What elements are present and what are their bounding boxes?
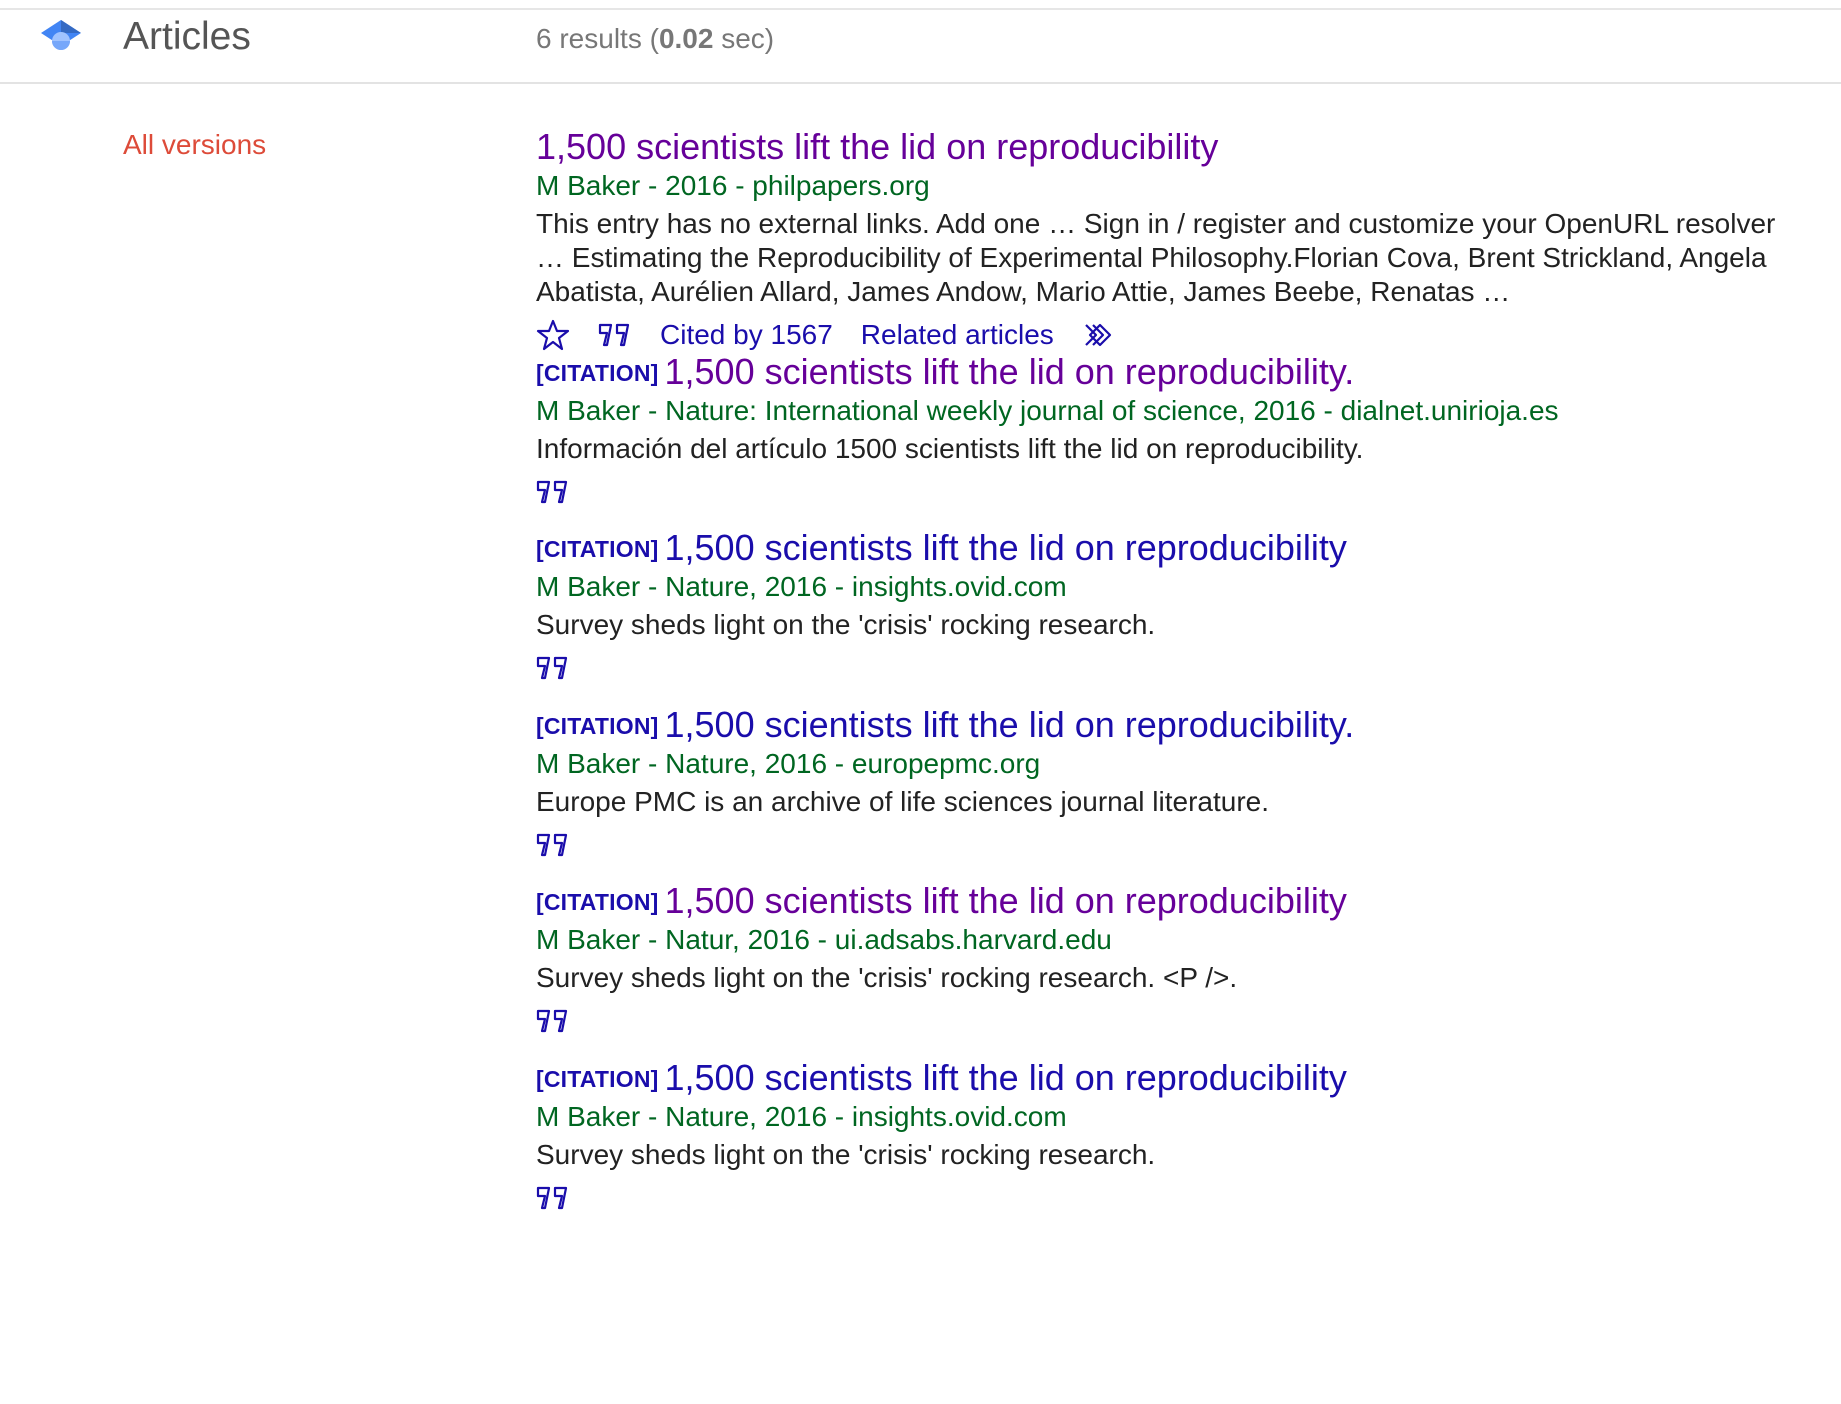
result-title: [CITATION] 1,500 scientists lift the lid … xyxy=(536,1056,1806,1099)
citation-tag: [CITATION] xyxy=(536,1066,659,1092)
citation-tag: [CITATION] xyxy=(536,889,659,915)
quote-icon[interactable] xyxy=(536,655,570,681)
quote-icon[interactable] xyxy=(536,1008,570,1034)
result-snippet: Survey sheds light on the 'crisis' rocki… xyxy=(536,961,1238,993)
result-item: [CITATION] 1,500 scientists lift the lid … xyxy=(536,703,1806,879)
result-byline: M Baker - Nature, 2016 - insights.ovid.c… xyxy=(536,1101,1067,1133)
result-actions xyxy=(536,472,1806,512)
result-byline: M Baker - Nature, 2016 - insights.ovid.c… xyxy=(536,571,1067,603)
result-byline: M Baker - 2016 - philpapers.org xyxy=(536,170,930,202)
more-icon[interactable] xyxy=(1082,321,1116,349)
all-versions-link[interactable]: All versions xyxy=(123,129,266,160)
result-snippet: Survey sheds light on the 'crisis' rocki… xyxy=(536,608,1156,640)
citation-tag: [CITATION] xyxy=(536,713,659,739)
result-stats: 6 results (0.02 sec) xyxy=(536,22,774,56)
star-icon[interactable] xyxy=(536,318,570,352)
result-title-link[interactable]: 1,500 scientists lift the lid on reprodu… xyxy=(665,704,1355,745)
quote-icon[interactable] xyxy=(536,479,570,505)
result-item: [CITATION] 1,500 scientists lift the lid … xyxy=(536,526,1806,703)
results-list: 1,500 scientists lift the lid on reprodu… xyxy=(536,125,1806,1232)
result-item: [CITATION] 1,500 scientists lift the lid … xyxy=(536,350,1806,526)
result-snippet: Información del artículo 1500 scientists… xyxy=(536,432,1364,464)
result-title-link[interactable]: 1,500 scientists lift the lid on reprodu… xyxy=(665,1057,1347,1098)
page-title: Articles xyxy=(123,15,251,58)
result-item: [CITATION] 1,500 scientists lift the lid … xyxy=(536,879,1806,1056)
result-title-link[interactable]: 1,500 scientists lift the lid on reprodu… xyxy=(536,126,1218,167)
result-stats-time: 0.02 xyxy=(658,23,714,54)
citation-tag: [CITATION] xyxy=(536,536,659,562)
result-title: [CITATION] 1,500 scientists lift the lid … xyxy=(536,879,1806,922)
result-actions xyxy=(536,1178,1806,1218)
quote-icon[interactable] xyxy=(536,1185,570,1211)
quote-icon[interactable] xyxy=(598,322,632,348)
result-title: 1,500 scientists lift the lid on reprodu… xyxy=(536,125,1806,168)
result-title-link[interactable]: 1,500 scientists lift the lid on reprodu… xyxy=(665,351,1355,392)
result-title-link[interactable]: 1,500 scientists lift the lid on reprodu… xyxy=(665,527,1347,568)
result-snippet: This entry has no external links. Add on… xyxy=(536,207,1776,307)
quote-icon[interactable] xyxy=(536,832,570,858)
citation-tag: [CITATION] xyxy=(536,360,659,386)
result-snippet: Survey sheds light on the 'crisis' rocki… xyxy=(536,1138,1156,1170)
result-actions xyxy=(536,1001,1806,1041)
result-actions: Cited by 1567 Related articles xyxy=(536,315,1806,355)
result-title: [CITATION] 1,500 scientists lift the lid … xyxy=(536,703,1806,746)
result-actions xyxy=(536,825,1806,865)
top-border xyxy=(0,0,1841,10)
sidebar: All versions xyxy=(123,128,266,162)
result-byline: M Baker - Nature, 2016 - europepmc.org xyxy=(536,748,1041,780)
result-stats-prefix: 6 results ( xyxy=(536,23,659,54)
related-articles-link[interactable]: Related articles xyxy=(861,319,1054,351)
cited-by-link[interactable]: Cited by 1567 xyxy=(660,319,833,351)
scholar-logo-icon[interactable] xyxy=(38,16,84,62)
result-snippet: Europe PMC is an archive of life science… xyxy=(536,785,1270,817)
result-item: 1,500 scientists lift the lid on reprodu… xyxy=(536,125,1806,350)
result-title: [CITATION] 1,500 scientists lift the lid … xyxy=(536,526,1806,569)
result-stats-suffix: sec) xyxy=(713,23,775,54)
result-byline: M Baker - Nature: International weekly j… xyxy=(536,395,1559,427)
results-header: Articles 6 results (0.02 sec) xyxy=(0,10,1841,84)
result-title-link[interactable]: 1,500 scientists lift the lid on reprodu… xyxy=(665,880,1347,921)
result-actions xyxy=(536,648,1806,688)
result-title: [CITATION] 1,500 scientists lift the lid … xyxy=(536,350,1806,393)
result-item: [CITATION] 1,500 scientists lift the lid … xyxy=(536,1056,1806,1232)
result-byline: M Baker - Natur, 2016 - ui.adsabs.harvar… xyxy=(536,924,1112,956)
